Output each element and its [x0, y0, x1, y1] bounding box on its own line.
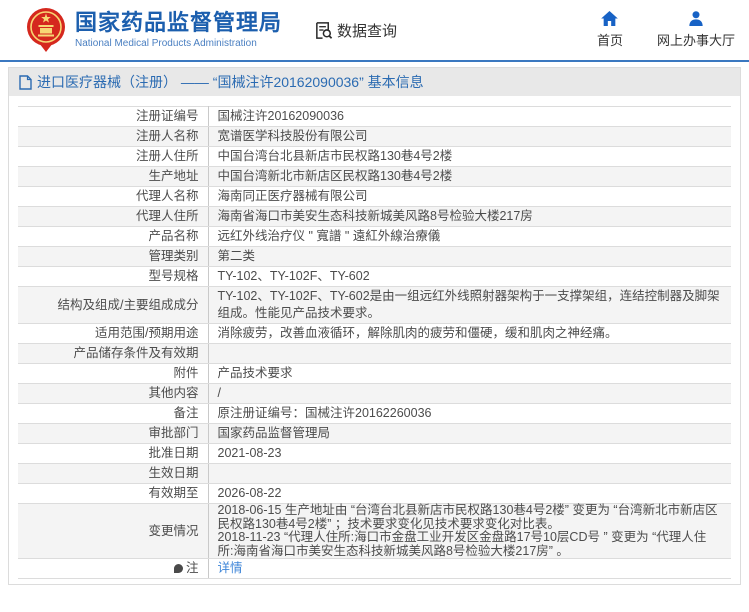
table-row: 生效日期: [18, 464, 731, 484]
header-nav: 首页 网上办事大厅: [597, 11, 735, 49]
row-label: 型号规格: [18, 267, 208, 287]
person-icon: [688, 11, 704, 26]
nav-home[interactable]: 首页: [597, 11, 623, 49]
info-table: 注册证编号国械注许20162090036注册人名称宽谱医学科技股份有限公司注册人…: [18, 106, 731, 579]
document-icon: [19, 75, 32, 90]
row-value: [208, 464, 731, 484]
page-title: 进口医疗器械（注册） —— “国械注许20162090036” 基本信息: [37, 72, 424, 92]
row-label: 审批部门: [18, 424, 208, 444]
row-label: 管理类别: [18, 247, 208, 267]
table-row: 管理类别第二类: [18, 247, 731, 267]
table-row: 产品名称远红外线治疗仪 " 寬譜 " 遠紅外線治療儀: [18, 227, 731, 247]
row-value: 国械注许20162090036: [208, 107, 731, 127]
site-logo[interactable]: 国家药品监督管理局 National Medical Products Admi…: [26, 7, 282, 53]
row-label: 代理人住所: [18, 207, 208, 227]
row-value: 海南省海口市美安生态科技新城美风路8号检验大楼217房: [208, 207, 731, 227]
row-value: 原注册证编号：国械注许20162260036: [208, 404, 731, 424]
table-row: 型号规格TY-102、TY-102F、TY-602: [18, 267, 731, 287]
table-row: 批准日期2021-08-23: [18, 444, 731, 464]
row-value: 2018-06-15 生产地址由 “台湾台北县新店市民权路130巷4号2楼” 变…: [208, 504, 731, 559]
detail-panel: 进口医疗器械（注册） —— “国械注许20162090036” 基本信息 注册证…: [8, 67, 741, 585]
comment-icon: [174, 564, 183, 573]
row-value: 远红外线治疗仪 " 寬譜 " 遠紅外線治療儀: [208, 227, 731, 247]
table-row: 产品储存条件及有效期: [18, 344, 731, 364]
row-value: 国家药品监督管理局: [208, 424, 731, 444]
table-row: 生产地址中国台湾新北市新店区民权路130巷4号2楼: [18, 167, 731, 187]
table-row: 有效期至2026-08-22: [18, 484, 731, 504]
row-value: 消除疲劳，改善血液循环，解除肌肉的疲劳和僵硬，缓和肌肉之神经痛。: [208, 324, 731, 344]
row-value: 详情: [208, 559, 731, 579]
row-label: 备注: [18, 404, 208, 424]
table-row: 附件产品技术要求: [18, 364, 731, 384]
table-row: 注册人住所中国台湾台北县新店市民权路130巷4号2楼: [18, 147, 731, 167]
row-value: TY-102、TY-102F、TY-602是由一组远红外线照射器架构于一支撑架组…: [208, 287, 731, 324]
table-row: 备注原注册证编号：国械注许20162260036: [18, 404, 731, 424]
details-link[interactable]: 详情: [218, 561, 243, 575]
table-row: 代理人名称海南同正医疗器械有限公司: [18, 187, 731, 207]
row-value: 宽谱医学科技股份有限公司: [208, 127, 731, 147]
row-label: 注: [18, 559, 208, 579]
data-search-icon: [314, 21, 333, 40]
row-label: 注册证编号: [18, 107, 208, 127]
row-label: 产品储存条件及有效期: [18, 344, 208, 364]
row-value: 海南同正医疗器械有限公司: [208, 187, 731, 207]
row-label: 结构及组成/主要组成成分: [18, 287, 208, 324]
row-label: 代理人名称: [18, 187, 208, 207]
row-label: 批准日期: [18, 444, 208, 464]
row-value: /: [208, 384, 731, 404]
table-row: 注详情: [18, 559, 731, 579]
row-value: 中国台湾新北市新店区民权路130巷4号2楼: [208, 167, 731, 187]
row-label: 附件: [18, 364, 208, 384]
row-label: 生效日期: [18, 464, 208, 484]
site-header: 国家药品监督管理局 National Medical Products Admi…: [0, 0, 749, 62]
table-row: 注册人名称宽谱医学科技股份有限公司: [18, 127, 731, 147]
table-row: 注册证编号国械注许20162090036: [18, 107, 731, 127]
nav-data-query-label: 数据查询: [337, 20, 397, 41]
home-icon: [601, 11, 618, 26]
row-value: [208, 344, 731, 364]
row-value: 2021-08-23: [208, 444, 731, 464]
row-value: 产品技术要求: [208, 364, 731, 384]
table-row: 结构及组成/主要组成成分TY-102、TY-102F、TY-602是由一组远红外…: [18, 287, 731, 324]
table-row: 审批部门国家药品监督管理局: [18, 424, 731, 444]
site-title: 国家药品监督管理局: [75, 11, 282, 35]
nav-data-query[interactable]: 数据查询: [314, 20, 397, 41]
national-emblem-icon: [26, 7, 66, 53]
row-label: 生产地址: [18, 167, 208, 187]
info-table-wrap: 注册证编号国械注许20162090036注册人名称宽谱医学科技股份有限公司注册人…: [9, 96, 740, 584]
nav-online-service-hall-label: 网上办事大厅: [657, 30, 735, 49]
row-value: 2026-08-22: [208, 484, 731, 504]
nav-online-service-hall[interactable]: 网上办事大厅: [657, 11, 735, 49]
row-label: 注册人住所: [18, 147, 208, 167]
table-row: 变更情况2018-06-15 生产地址由 “台湾台北县新店市民权路130巷4号2…: [18, 504, 731, 559]
row-label: 有效期至: [18, 484, 208, 504]
site-subtitle: National Medical Products Administration: [75, 38, 282, 49]
row-label: 其他内容: [18, 384, 208, 404]
breadcrumb: 进口医疗器械（注册） —— “国械注许20162090036” 基本信息: [9, 68, 740, 96]
row-value: 中国台湾台北县新店市民权路130巷4号2楼: [208, 147, 731, 167]
row-label: 产品名称: [18, 227, 208, 247]
info-table-body: 注册证编号国械注许20162090036注册人名称宽谱医学科技股份有限公司注册人…: [18, 107, 731, 579]
row-value: TY-102、TY-102F、TY-602: [208, 267, 731, 287]
row-value: 第二类: [208, 247, 731, 267]
table-row: 其他内容/: [18, 384, 731, 404]
table-row: 代理人住所海南省海口市美安生态科技新城美风路8号检验大楼217房: [18, 207, 731, 227]
row-label: 适用范围/预期用途: [18, 324, 208, 344]
nav-home-label: 首页: [597, 30, 623, 49]
table-row: 适用范围/预期用途消除疲劳，改善血液循环，解除肌肉的疲劳和僵硬，缓和肌肉之神经痛…: [18, 324, 731, 344]
row-label: 变更情况: [18, 504, 208, 559]
row-label: 注册人名称: [18, 127, 208, 147]
